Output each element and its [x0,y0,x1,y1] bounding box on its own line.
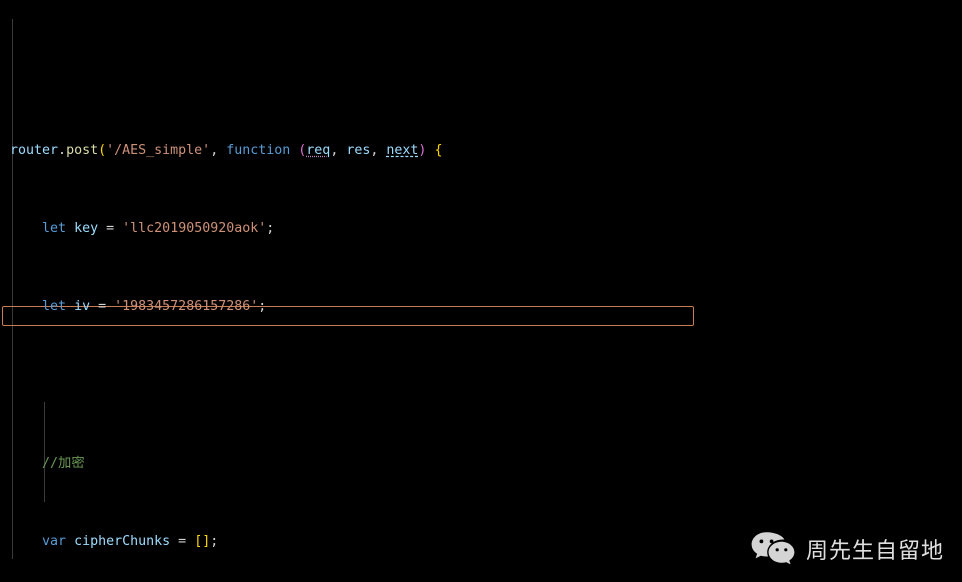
indent-guide-outer [12,19,13,559]
code-screenshot: router.post('/AES_simple', function (req… [0,0,962,582]
code-line-blank[interactable] [0,375,962,395]
watermark-text: 周先生自留地 [805,539,944,564]
code-line[interactable]: let iv = '1983457286157286'; [0,297,962,317]
code-editor-content[interactable]: router.post('/AES_simple', function (req… [0,0,962,582]
code-line-comment-encrypt[interactable]: //加密 [0,454,962,474]
watermark: 周先生自留地 [750,530,944,568]
indent-guide-inner [44,402,45,502]
wechat-icon [750,530,796,568]
code-line[interactable]: router.post('/AES_simple', function (req… [0,141,962,161]
code-line[interactable]: let key = 'llc2019050920aok'; [0,219,962,239]
